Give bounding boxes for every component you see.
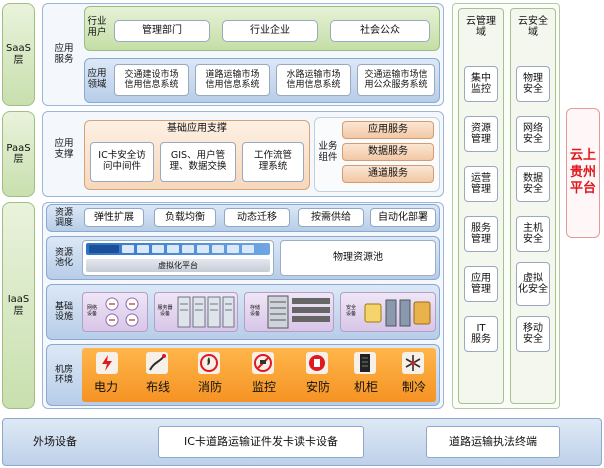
room-item-1: 布线 — [145, 380, 170, 395]
hypervisor-icon — [89, 245, 119, 253]
cloud-mgmt-item-2: 运营 管理 — [464, 166, 498, 202]
footer-item-0: IC卡道路运输证件发卡读卡设备 — [158, 426, 364, 458]
iaas-layer-label: IaaS 层 — [2, 202, 35, 409]
cloud-mgmt-item-4: 应用 管理 — [464, 266, 498, 302]
cloud-mgmt-item-5: IT 服务 — [464, 316, 498, 352]
fire-icon — [198, 352, 220, 374]
cloud-sec-item-4: 虚拟 化安全 — [516, 262, 550, 306]
storage-devices-icon — [267, 295, 330, 329]
monitor-icon — [252, 352, 274, 374]
industry-item-1: 行业企业 — [222, 20, 318, 42]
base-item-1: GIS、用户管 理、数据交换 — [160, 142, 236, 182]
industry-users-label: 行业 用户 — [87, 16, 107, 38]
vm-strip — [86, 243, 270, 255]
biz-item-0: 应用服务 — [342, 121, 434, 139]
room-item-6: 制冷 — [401, 380, 426, 395]
saas-layer-label: SaaS 层 — [2, 3, 35, 106]
scheduling-item-2: 动态迁移 — [224, 208, 290, 227]
cloud-mgmt-item-1: 资源 管理 — [464, 116, 498, 152]
vm-icon — [197, 245, 209, 253]
room-item-5: 机柜 — [353, 380, 378, 395]
infra-group-label-2: 存储 设备 — [249, 305, 260, 317]
app-service-label: 应用 服务 — [54, 43, 74, 65]
industry-item-2: 社会公众 — [330, 20, 430, 42]
network-devices-icon — [105, 297, 139, 327]
cooling-icon — [402, 352, 424, 374]
infra-group-label-0: 网络 设备 — [86, 305, 97, 317]
vm-icon — [212, 245, 224, 253]
infra-group-label-1: 服务器 设备 — [157, 305, 173, 317]
field-equipment-label: 外场设备 — [33, 434, 77, 448]
app-domain-label: 应用 领域 — [87, 68, 107, 90]
security-devices-icon — [364, 299, 431, 327]
domain-item-2: 水路运输市场 信用信息系统 — [276, 64, 351, 96]
industry-item-0: 管理部门 — [114, 20, 210, 42]
server-devices-icon — [177, 296, 235, 328]
vm-icon — [122, 245, 134, 253]
biz-component-label: 业务 组件 — [318, 141, 338, 163]
cloud-mgmt-title: 云管理 域 — [466, 15, 496, 39]
base-item-0: IC卡安全访 问中间件 — [90, 142, 154, 182]
biz-item-1: 数据服务 — [342, 143, 434, 161]
room-label: 机房 环境 — [54, 364, 73, 385]
cloud-sec-item-1: 网络 安全 — [516, 116, 550, 152]
scheduling-item-0: 弹性扩展 — [84, 208, 144, 227]
pool-label: 资源 池化 — [54, 247, 73, 268]
scheduling-label: 资源 调度 — [54, 207, 73, 228]
vm-icon — [242, 245, 254, 253]
room-item-4: 安防 — [305, 380, 330, 395]
paas-layer-label: PaaS 层 — [2, 111, 35, 197]
room-item-2: 消防 — [197, 380, 222, 395]
vm-icon — [182, 245, 194, 253]
room-item-0: 电力 — [93, 380, 118, 395]
base-support-title: 基础应用支撑 — [167, 123, 227, 135]
cloud-mgmt-item-0: 集中 监控 — [464, 66, 498, 102]
guizhou-platform-label: 云上 贵州 平台 — [566, 108, 600, 238]
scheduling-item-3: 按需供给 — [298, 208, 364, 227]
domain-item-0: 交通建设市场 信用信息系统 — [114, 64, 189, 96]
physical-pool: 物理资源池 — [280, 240, 436, 276]
infra-group-label-3: 安全 设备 — [345, 305, 356, 317]
vm-icon — [167, 245, 179, 253]
biz-item-2: 通道服务 — [342, 165, 434, 183]
cloud-sec-title: 云安全 域 — [518, 15, 548, 39]
cloud-mgmt-item-3: 服务 管理 — [464, 216, 498, 252]
vm-icon — [227, 245, 239, 253]
scheduling-item-1: 负载均衡 — [154, 208, 216, 227]
app-support-label: 应用 支撑 — [54, 138, 74, 160]
cabling-icon — [146, 352, 168, 374]
domain-item-3: 交通运输市场信 用公众服务系统 — [357, 64, 435, 96]
cloud-sec-item-5: 移动 安全 — [516, 316, 550, 352]
base-item-2: 工作流管 理系统 — [242, 142, 304, 182]
vm-icon — [152, 245, 164, 253]
room-item-3: 监控 — [251, 380, 276, 395]
virtual-platform: 虚拟化平台 — [86, 259, 270, 272]
cloud-sec-item-3: 主机 安全 — [516, 216, 550, 252]
domain-item-1: 道路运输市场 信用信息系统 — [195, 64, 270, 96]
cabinet-icon — [354, 352, 376, 374]
infra-label: 基础 设施 — [54, 301, 73, 322]
cloud-sec-item-0: 物理 安全 — [516, 66, 550, 102]
scheduling-item-4: 自动化部署 — [370, 208, 436, 227]
power-icon — [96, 352, 118, 374]
footer-item-1: 道路运输执法终端 — [426, 426, 560, 458]
vm-icon — [137, 245, 149, 253]
security-guard-icon — [306, 352, 328, 374]
cloud-sec-item-2: 数据 安全 — [516, 166, 550, 202]
